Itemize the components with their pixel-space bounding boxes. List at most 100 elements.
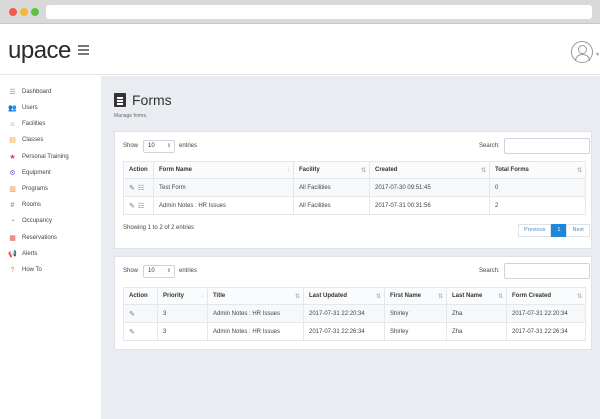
page-1-button[interactable]: 1 [551, 224, 567, 237]
hash-icon: # [10, 201, 15, 209]
entries-select[interactable]: 10 ⇕ [143, 140, 175, 153]
total-forms-cell: 2 [489, 196, 586, 215]
forms-doc-icon [114, 93, 126, 107]
chevron-down-icon[interactable]: ▾ [596, 51, 599, 58]
column-header: Action [123, 161, 154, 179]
search-input[interactable] [504, 138, 590, 154]
search-input[interactable] [504, 263, 590, 279]
search-label: Search: [479, 268, 500, 274]
submissions-table: Action Priority ↓ Title ⇅ Last Updated ⇅ Fi… [123, 287, 586, 341]
table-row: ✎☷ Admin Notes : HR Issues All Facilitie… [123, 196, 586, 215]
browser-chrome [0, 0, 600, 24]
sort-desc-icon[interactable]: ↓ [287, 167, 290, 173]
sort-icon[interactable]: ⇅ [498, 293, 503, 300]
app-logo[interactable]: upace [8, 37, 71, 65]
show-label: Show [123, 143, 139, 149]
sidebar-item-programs[interactable]: ▥ Programs [8, 182, 48, 196]
column-header[interactable]: Total Forms ⇅ [489, 161, 586, 179]
select-arrows-icon: ⇕ [166, 143, 171, 149]
sidebar-item-reservations[interactable]: ▦ Reservations [8, 231, 57, 245]
form-name-cell[interactable]: Test Form [153, 178, 294, 197]
created-cell: 2017-07-30 09:51:45 [369, 178, 490, 197]
sidebar-item-occupancy[interactable]: ◔ Occupancy [8, 214, 52, 228]
sort-icon[interactable]: ⇅ [577, 293, 582, 300]
sidebar-item-equipment[interactable]: ⚙ Equipment [8, 166, 50, 180]
next-page-button[interactable]: Next [566, 224, 590, 237]
help-icon: ? [10, 266, 15, 274]
column-header[interactable]: First Name ⇅ [384, 287, 447, 305]
column-header[interactable]: Title ⇅ [207, 287, 304, 305]
view-icon[interactable]: ☷ [138, 203, 147, 210]
sidebar-item-users[interactable]: 👥 Users [8, 101, 38, 115]
entries-label: entries [179, 268, 198, 274]
action-cell: ✎☷ [123, 178, 154, 197]
column-header[interactable]: Last Updated ⇅ [303, 287, 385, 305]
menu-toggle-icon[interactable] [78, 45, 89, 57]
user-avatar-icon[interactable] [571, 41, 593, 63]
edit-icon[interactable]: ✎ [129, 329, 138, 336]
sidebar-item-how-to[interactable]: ? How To [8, 263, 42, 277]
view-icon[interactable]: ☷ [138, 185, 147, 192]
sidebar-item-label: Occupancy [22, 218, 53, 224]
table-header-row: Action Form Name ↓ Facility ⇅ Created ⇅ Tot… [123, 161, 586, 179]
column-header[interactable]: Last Name ⇅ [446, 287, 507, 305]
table-row: ✎ 3 Admin Notes : HR Issues 2017-07-31 2… [123, 304, 586, 323]
sort-icon[interactable]: ⇅ [361, 167, 366, 174]
previous-page-button[interactable]: Previous [518, 224, 552, 237]
sort-icon[interactable]: ⇅ [376, 293, 381, 300]
sidebar-item-facilities[interactable]: ⌂ Facilities [8, 117, 45, 131]
sidebar-item-label: Users [22, 105, 38, 111]
form-created-cell: 2017-07-31 22:20:34 [506, 304, 586, 323]
priority-cell: 3 [157, 322, 208, 341]
sidebar-item-label: Facilities [22, 121, 46, 127]
action-cell: ✎ [123, 322, 158, 341]
sidebar-item-personal-training[interactable]: ★ Personal Training [8, 150, 68, 164]
page-title: Forms [132, 92, 172, 108]
sidebar-item-label: Rooms [22, 202, 42, 208]
entries-select[interactable]: 10 ⇕ [143, 265, 175, 278]
column-header[interactable]: Facility ⇅ [293, 161, 370, 179]
first-name-cell: Shirley [384, 322, 447, 341]
close-window-dot[interactable] [9, 8, 17, 16]
form-name-cell[interactable]: Admin Notes : HR Issues [153, 196, 294, 215]
top-header: upace ▾ [0, 25, 600, 75]
classes-icon: ▤ [9, 136, 16, 144]
edit-icon[interactable]: ✎ [129, 311, 138, 318]
maximize-window-dot[interactable] [31, 8, 39, 16]
last-name-cell: Zha [446, 304, 507, 323]
sort-icon[interactable]: ⇅ [295, 293, 300, 300]
sort-desc-icon[interactable]: ↓ [201, 293, 204, 299]
sidebar-item-label: How To [22, 267, 42, 273]
column-header[interactable]: Form Created ⇅ [506, 287, 586, 305]
pagination: Previous 1 Next [518, 224, 590, 237]
submissions-panel: Show 10 ⇕ entries Search: Action Priority… [114, 256, 592, 350]
star-icon: ★ [9, 153, 16, 161]
search-label: Search: [479, 143, 500, 149]
address-bar[interactable] [46, 5, 592, 19]
sidebar-item-dashboard[interactable]: ☰ Dashboard [8, 85, 51, 99]
action-cell: ✎ [123, 304, 158, 323]
sidebar-item-classes[interactable]: ▤ Classes [8, 133, 43, 147]
megaphone-icon: 📢 [8, 250, 17, 258]
column-header[interactable]: Priority ↓ [157, 287, 208, 305]
facility-cell: All Facilities [293, 178, 370, 197]
sidebar-item-label: Reservations [22, 235, 58, 241]
total-forms-cell: 0 [489, 178, 586, 197]
sort-icon[interactable]: ⇅ [481, 167, 486, 174]
sort-icon[interactable]: ⇅ [577, 167, 582, 174]
column-header[interactable]: Form Name ↓ [153, 161, 294, 179]
forms-table: Action Form Name ↓ Facility ⇅ Created ⇅ Tot… [123, 161, 586, 215]
edit-icon[interactable]: ✎ [129, 185, 138, 192]
entries-select-value: 10 [148, 268, 155, 274]
edit-icon[interactable]: ✎ [129, 203, 138, 210]
priority-cell: 3 [157, 304, 208, 323]
last-name-cell: Zha [446, 322, 507, 341]
minimize-window-dot[interactable] [20, 8, 28, 16]
column-header[interactable]: Created ⇅ [369, 161, 490, 179]
last-updated-cell: 2017-07-31 22:26:34 [303, 322, 385, 341]
sidebar-item-alerts[interactable]: 📢 Alerts [8, 247, 37, 261]
sort-icon[interactable]: ⇅ [438, 293, 443, 300]
last-updated-cell: 2017-07-31 22:20:34 [303, 304, 385, 323]
sidebar-item-rooms[interactable]: # Rooms [8, 198, 41, 212]
action-cell: ✎☷ [123, 196, 154, 215]
